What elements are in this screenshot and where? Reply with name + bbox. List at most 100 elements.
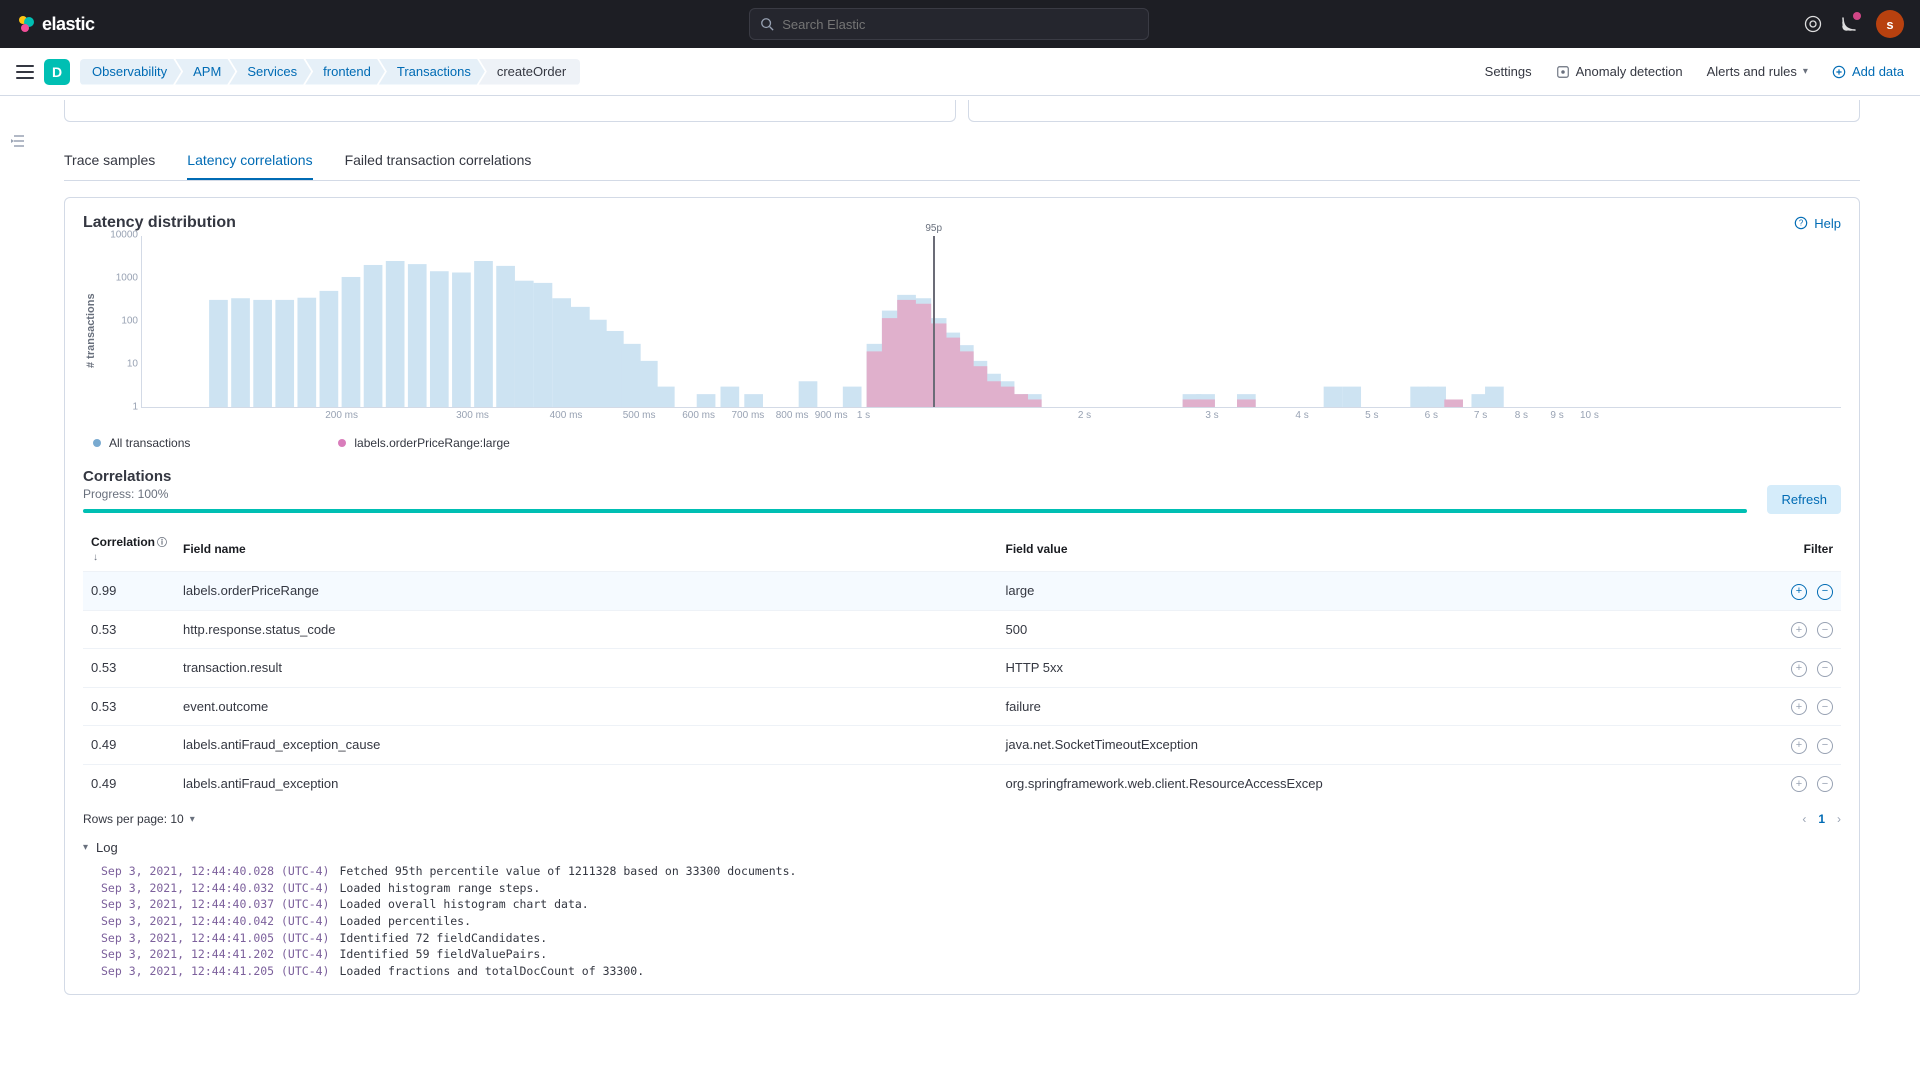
add-data-link[interactable]: Add data <box>1832 64 1904 79</box>
log-message: Identified 72 fieldCandidates. <box>339 930 547 947</box>
logo[interactable]: elastic <box>16 14 95 35</box>
filter-in-icon[interactable]: + <box>1791 738 1807 754</box>
log-timestamp: Sep 3, 2021, 12:44:41.005 (UTC-4) <box>101 930 329 947</box>
log-line: Sep 3, 2021, 12:44:40.037 (UTC-4)Loaded … <box>101 896 1841 913</box>
legend-item-all[interactable]: All transactions <box>93 436 190 450</box>
breadcrumb-item[interactable]: frontend <box>305 59 385 85</box>
logo-text: elastic <box>42 14 95 35</box>
filter-in-icon[interactable]: + <box>1791 584 1807 600</box>
col-field-name[interactable]: Field name <box>175 526 997 572</box>
notification-dot <box>1853 12 1861 20</box>
info-icon: ⓘ <box>157 538 167 549</box>
filter-out-icon[interactable]: − <box>1817 776 1833 792</box>
table-row[interactable]: 0.49labels.antiFraud_exceptionorg.spring… <box>83 764 1841 802</box>
log-timestamp: Sep 3, 2021, 12:44:40.042 (UTC-4) <box>101 913 329 930</box>
cell-field-value: failure <box>997 687 1771 726</box>
cell-correlation: 0.49 <box>83 726 175 765</box>
page-prev[interactable]: ‹ <box>1802 812 1806 826</box>
plus-in-circle-icon <box>1832 65 1846 79</box>
filter-in-icon[interactable]: + <box>1791 699 1807 715</box>
user-avatar[interactable]: s <box>1876 10 1904 38</box>
sub-header: D ObservabilityAPMServicesfrontendTransa… <box>0 48 1920 96</box>
cell-field-name: event.outcome <box>175 687 997 726</box>
collapse-sidebar-icon[interactable] <box>10 132 28 150</box>
filter-in-icon[interactable]: + <box>1791 661 1807 677</box>
refresh-button[interactable]: Refresh <box>1767 485 1841 514</box>
log-timestamp: Sep 3, 2021, 12:44:41.205 (UTC-4) <box>101 963 329 980</box>
tab-latency-correlations[interactable]: Latency correlations <box>187 142 312 180</box>
log-output: Sep 3, 2021, 12:44:40.028 (UTC-4) Fetched… <box>83 863 1841 980</box>
log-message: Loaded fractions and totalDocCount of 33… <box>339 963 644 980</box>
log-message: Loaded histogram range steps. <box>339 880 540 897</box>
col-field-value[interactable]: Field value <box>997 526 1771 572</box>
filter-out-icon[interactable]: − <box>1817 622 1833 638</box>
svg-text:?: ? <box>1799 219 1804 228</box>
cell-correlation: 0.99 <box>83 572 175 611</box>
legend-item-selected[interactable]: labels.orderPriceRange:large <box>338 436 509 450</box>
settings-link[interactable]: Settings <box>1485 64 1532 79</box>
cell-field-name: http.response.status_code <box>175 610 997 649</box>
anomaly-detection-link[interactable]: Anomaly detection <box>1556 64 1683 79</box>
progress-label: Progress: 100% <box>83 487 1747 501</box>
tab-trace-samples[interactable]: Trace samples <box>64 142 155 180</box>
news-feed-icon[interactable] <box>1840 15 1858 33</box>
log-message: Identified 59 fieldValuePairs. <box>339 946 547 963</box>
table-row[interactable]: 0.53event.outcomefailure +− <box>83 687 1841 726</box>
cell-field-value: HTTP 5xx <box>997 649 1771 688</box>
page-next[interactable]: › <box>1837 812 1841 826</box>
elastic-logo-icon <box>16 14 36 34</box>
progress-bar <box>83 509 1747 513</box>
content-tabs: Trace samples Latency correlations Faile… <box>64 142 1860 181</box>
legend-swatch <box>338 439 346 447</box>
sort-desc-icon: ↓ <box>93 552 98 563</box>
log-message: Fetched 95th percentile value of 1211328… <box>339 863 796 880</box>
global-search-input[interactable] <box>782 17 1138 32</box>
breadcrumb-item[interactable]: Transactions <box>379 59 485 85</box>
help-menu-icon[interactable] <box>1804 15 1822 33</box>
table-row[interactable]: 0.53http.response.status_code500+− <box>83 610 1841 649</box>
alerts-rules-menu[interactable]: Alerts and rules ▾ <box>1707 64 1808 79</box>
chevron-down-icon: ▾ <box>190 814 195 825</box>
log-message: Loaded overall histogram chart data. <box>339 896 588 913</box>
col-correlation[interactable]: Correlationⓘ ↓ <box>83 526 175 572</box>
log-timestamp: Sep 3, 2021, 12:44:40.032 (UTC-4) <box>101 880 329 897</box>
cell-correlation: 0.53 <box>83 687 175 726</box>
legend-swatch <box>93 439 101 447</box>
breadcrumb-item[interactable]: APM <box>175 59 235 85</box>
latency-histogram-chart[interactable]: 11010010001000095p <box>141 236 1841 408</box>
table-row[interactable]: 0.53transaction.resultHTTP 5xx+− <box>83 649 1841 688</box>
filter-out-icon[interactable]: − <box>1817 738 1833 754</box>
table-row[interactable]: 0.99labels.orderPriceRangelarge+− <box>83 572 1841 611</box>
filter-out-icon[interactable]: − <box>1817 699 1833 715</box>
log-timestamp: Sep 3, 2021, 12:44:40.028 (UTC-4) <box>101 863 329 880</box>
filter-out-icon[interactable]: − <box>1817 584 1833 600</box>
table-row[interactable]: 0.49labels.antiFraud_exception_causejava… <box>83 726 1841 765</box>
collapsed-panels-row <box>64 100 1860 122</box>
filter-in-icon[interactable]: + <box>1791 622 1807 638</box>
collapsed-panel <box>64 100 956 122</box>
x-axis: 200 ms300 ms400 ms500 ms600 ms700 ms800 … <box>141 410 1841 426</box>
space-selector[interactable]: D <box>44 59 70 85</box>
cell-field-value: org.springframework.web.client.ResourceA… <box>997 764 1771 802</box>
breadcrumb-item[interactable]: Observability <box>80 59 181 85</box>
filter-out-icon[interactable]: − <box>1817 661 1833 677</box>
global-search[interactable] <box>749 8 1149 40</box>
tab-failed-transaction-correlations[interactable]: Failed transaction correlations <box>345 142 532 180</box>
log-toggle[interactable]: ▾ Log <box>83 840 1841 855</box>
collapsed-panel <box>968 100 1860 122</box>
nav-toggle-icon[interactable] <box>16 65 34 79</box>
log-line: Sep 3, 2021, 12:44:41.202 (UTC-4)Identif… <box>101 946 1841 963</box>
cell-field-value: large <box>997 572 1771 611</box>
cell-correlation: 0.49 <box>83 764 175 802</box>
help-icon: ? <box>1794 216 1808 230</box>
page-current[interactable]: 1 <box>1818 812 1825 826</box>
breadcrumb-item[interactable]: Services <box>229 59 311 85</box>
search-icon <box>760 17 774 31</box>
rows-per-page-selector[interactable]: Rows per page: 10 ▾ <box>83 812 195 826</box>
chevron-down-icon: ▾ <box>1803 66 1808 77</box>
y-axis-label: # transactions <box>83 236 99 426</box>
help-link[interactable]: ? Help <box>1794 216 1841 231</box>
pagination: ‹ 1 › <box>1802 812 1841 826</box>
filter-in-icon[interactable]: + <box>1791 776 1807 792</box>
ml-icon <box>1556 65 1570 79</box>
